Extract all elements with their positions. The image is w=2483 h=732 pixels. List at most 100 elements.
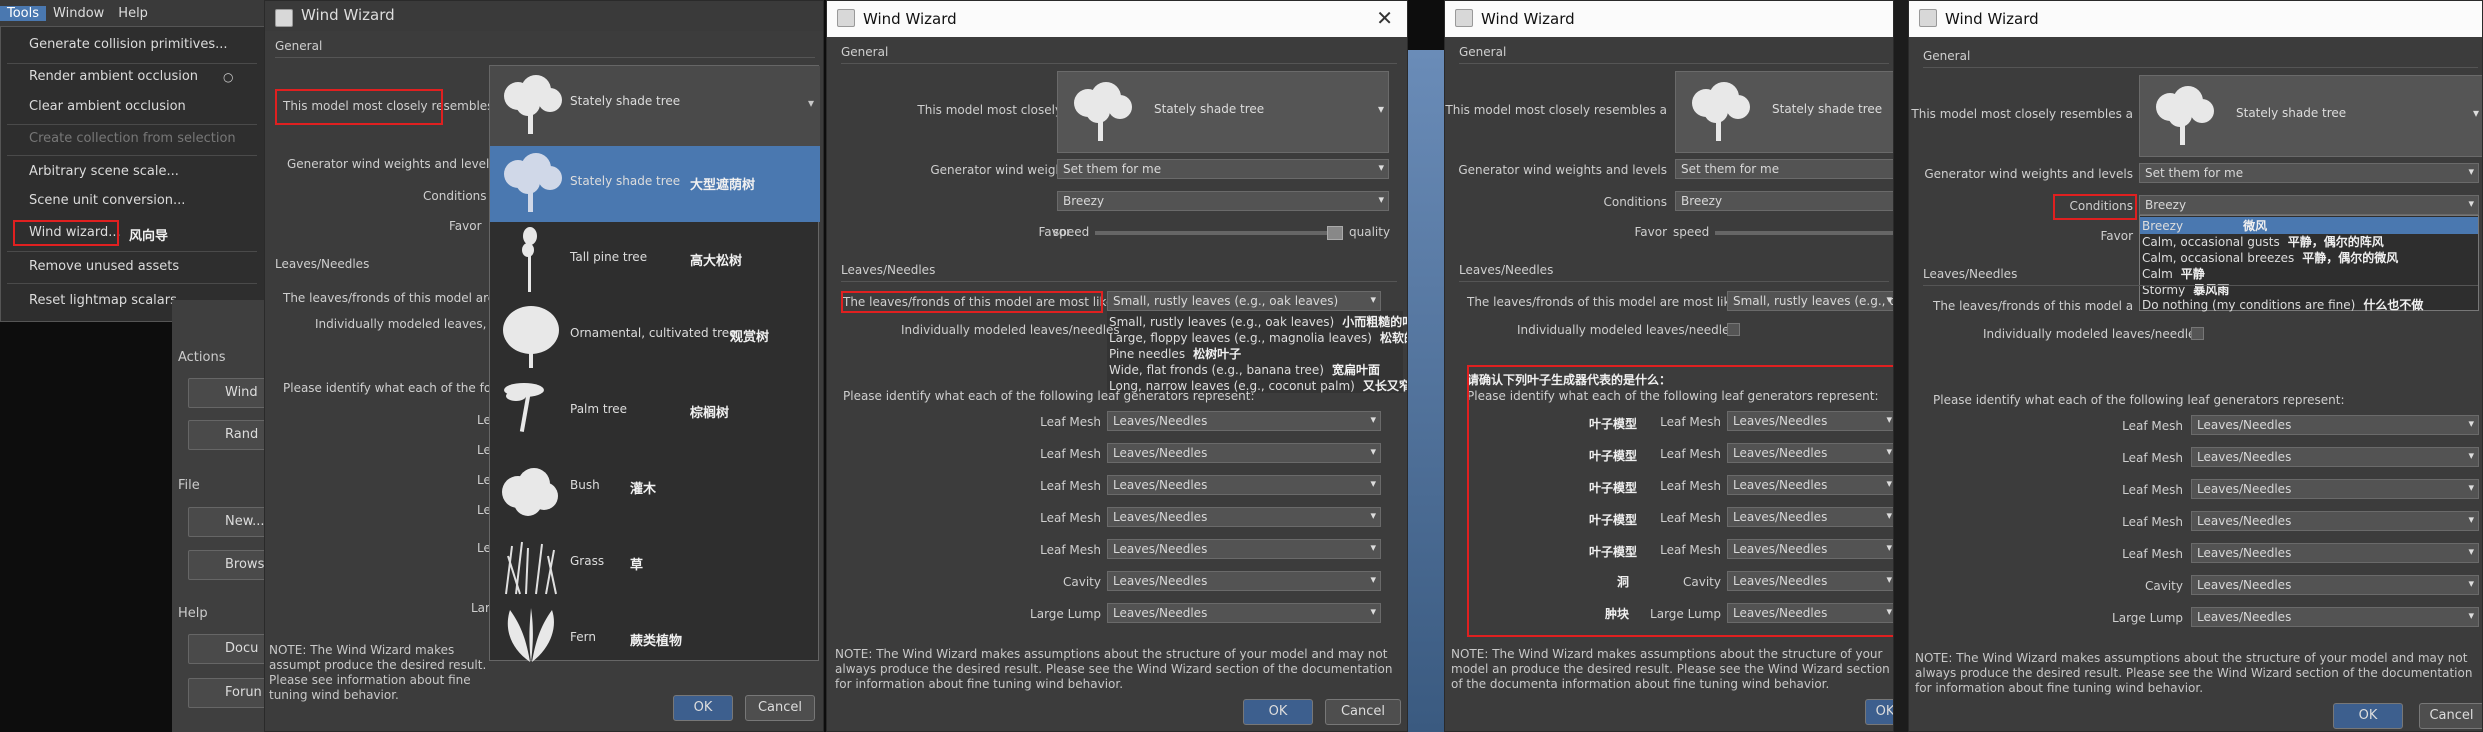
gen-row-dropdown[interactable]: Leaves/Needles [1727, 571, 1893, 591]
gen-row-dropdown[interactable]: Leaves/Needles [1107, 411, 1381, 431]
gen-row-dropdown[interactable]: Leaves/Needles [1107, 603, 1381, 623]
gen-row-label: Leaf Mesh [2122, 547, 2183, 561]
menu-item-render-ao[interactable]: Render ambient occlusion [29, 69, 198, 84]
individual-label: Individually modeled leaves/needles [1517, 323, 1736, 337]
gen-row-dropdown[interactable]: Leaves/Needles [1727, 411, 1893, 431]
menu-help[interactable]: Help [111, 6, 155, 21]
conditions-dropdown[interactable]: Breezy [2139, 195, 2479, 215]
menu-item-wind-wizard[interactable]: Wind wizard... [29, 225, 121, 240]
cancel-button[interactable]: Cancel [2419, 703, 2482, 729]
cancel-button[interactable]: Cancel [745, 695, 815, 721]
gen-row-dropdown[interactable]: Leaves/Needles [2191, 543, 2479, 563]
section-help: Help [178, 606, 208, 621]
tree-dropdown[interactable]: Stately shade tree [1675, 71, 1893, 153]
bush-icon [502, 468, 558, 516]
gen-row-dropdown[interactable]: Leaves/Needles [1727, 603, 1893, 623]
slider-handle[interactable] [1327, 226, 1343, 240]
resembles-label: This model most closely resembles a [283, 99, 505, 113]
gen-row-dropdown[interactable]: Leaves/Needles [1107, 571, 1381, 591]
ok-button[interactable]: OK [673, 695, 733, 721]
menu-tools[interactable]: Tools [0, 5, 47, 21]
gen-row-dropdown[interactable]: Leaves/Needles [1107, 475, 1381, 495]
condition-option[interactable]: Calm, occasional breezes 平静，偶尔的微风 [2142, 249, 2398, 266]
condition-option[interactable]: Calm 平静 [2142, 265, 2205, 282]
favor-slider[interactable] [1715, 231, 1893, 235]
conditions-label: Conditions [2069, 199, 2133, 213]
tree-option-label: Bush [570, 478, 600, 492]
favor-slider[interactable] [1095, 231, 1335, 235]
condition-option[interactable]: Breezy 微风 [2140, 217, 2478, 234]
generator-weights-dropdown[interactable]: Set them for me [1057, 159, 1389, 179]
wind-wizard-window-1: Wind Wizard General This model most clos… [264, 0, 824, 732]
condition-option[interactable]: Do nothing (my conditions are fine) 什么也不做 [2142, 296, 2423, 313]
wind-wizard-window-4: Wind Wizard General This model most clos… [1908, 0, 2483, 732]
note-text: NOTE: The Wind Wizard makes assumptions … [835, 647, 1393, 691]
menu-item-reset-lightmap[interactable]: Reset lightmap scalars [29, 293, 177, 308]
leaves-option[interactable]: Small, rustly leaves (e.g., oak leaves) 小… [1109, 313, 1407, 330]
tree-option-grass[interactable]: Grass 草 [490, 526, 820, 602]
dropdown-current[interactable]: Stately shade tree ▾ [490, 66, 820, 146]
leaves-dropdown[interactable]: Small, rustly leaves (e.g., oak leaves) [1107, 291, 1381, 311]
tree-label: Stately shade tree [2236, 106, 2347, 120]
ok-button[interactable]: OK [2333, 703, 2403, 729]
menu-divider [7, 283, 257, 284]
tree-option-label: Grass [570, 554, 605, 568]
tree-dropdown[interactable]: Stately shade tree [2139, 75, 2482, 157]
individual-checkbox[interactable] [1727, 323, 1740, 336]
gen-row-label: Cavity [2145, 579, 2183, 593]
gen-row-dropdown[interactable]: Leaves/Needles [1727, 507, 1893, 527]
leaves-option[interactable]: Large, floppy leaves (e.g., magnolia lea… [1109, 329, 1407, 346]
leaves-options-list: Small, rustly leaves (e.g., oak leaves) 小… [1107, 311, 1407, 393]
cancel-button[interactable]: Cancel [1325, 699, 1401, 725]
gen-row-dropdown[interactable]: Leaves/Needles [2191, 479, 2479, 499]
tree-option-fern[interactable]: Fern 蕨类植物 [490, 602, 820, 678]
gen-row-dropdown[interactable]: Leaves/Needles [1107, 443, 1381, 463]
gen-row-dropdown[interactable]: Leaves/Needles [1727, 475, 1893, 495]
generator-weights-dropdown[interactable]: Set them for me [2139, 163, 2479, 183]
leaves-option[interactable]: Pine needles 松树叶子 [1109, 345, 1241, 362]
conditions-dropdown[interactable]: Breezy [1057, 191, 1389, 211]
tree-option-ornamental[interactable]: Ornamental, cultivated tree 观赏树 [490, 298, 820, 374]
tree-option-bush[interactable]: Bush 灌木 [490, 450, 820, 526]
tools-menu: Generate collision primitives... Render … [0, 26, 265, 322]
tree-option-pine[interactable]: Tall pine tree 高大松树 [490, 222, 820, 298]
gen-row-dropdown[interactable]: Leaves/Needles [2191, 447, 2479, 467]
gen-row-dropdown[interactable]: Leaves/Needles [1107, 539, 1381, 559]
gen-row-dropdown[interactable]: Leaves/Needles [1727, 443, 1893, 463]
menu-window[interactable]: Window [46, 6, 111, 21]
close-icon[interactable]: ✕ [1376, 6, 1393, 30]
leaves-like-label: The leaves/fronds of this model are most… [1467, 295, 1738, 309]
gen-row-dropdown[interactable]: Leaves/Needles [2191, 575, 2479, 595]
generator-weights-label: Generator wind weights and levels [1458, 163, 1667, 177]
gen-row-dropdown[interactable]: Leaves/Needles [1727, 539, 1893, 559]
individual-checkbox[interactable] [2191, 327, 2204, 340]
title-bar: Wind Wizard ✕ [827, 1, 1407, 37]
generator-weights-dropdown[interactable]: Set them for me [1675, 159, 1893, 179]
menu-item-generate-collision[interactable]: Generate collision primitives... [29, 37, 228, 52]
app-icon [1919, 9, 1937, 27]
leaves-dropdown[interactable]: Small, rustly leaves (e.g., oak leaves) [1727, 291, 1893, 311]
menu-item-remove-assets[interactable]: Remove unused assets [29, 259, 179, 274]
menu-item-unit-conversion[interactable]: Scene unit conversion... [29, 193, 185, 208]
gen-row-dropdown[interactable]: Leaves/Needles [2191, 511, 2479, 531]
gen-row-dropdown[interactable]: Leaves/Needles [2191, 415, 2479, 435]
tree-dropdown[interactable]: Stately shade tree [1057, 71, 1389, 153]
gen-row-dropdown[interactable]: Leaves/Needles [2191, 607, 2479, 627]
menu-item-clear-ao[interactable]: Clear ambient occlusion [29, 99, 186, 114]
note-text: NOTE: The Wind Wizard makes assumpt prod… [269, 643, 487, 702]
identify-label: Please identify what each of the followi… [1467, 389, 1879, 403]
gen-row-dropdown[interactable]: Leaves/Needles [1107, 507, 1381, 527]
tree-dropdown-list: Stately shade tree ▾ Stately shade tree … [489, 65, 820, 662]
conditions-dropdown[interactable]: Breezy [1675, 191, 1893, 211]
leaves-like-label: The leaves/fronds of this model are [283, 291, 496, 305]
tree-option-shade[interactable]: Stately shade tree 大型遮荫树 [490, 146, 820, 222]
ok-button[interactable]: OK [1865, 699, 1893, 725]
shade-tree-icon [1074, 82, 1132, 141]
condition-option[interactable]: Calm, occasional gusts 平静，偶尔的阵风 [2142, 233, 2384, 250]
leaves-option[interactable]: Wide, flat fronds (e.g., banana tree) 宽扁叶… [1109, 361, 1380, 378]
shade-tree-icon [504, 153, 562, 212]
gen-row-label: Leaf Mesh [1040, 479, 1101, 493]
ok-button[interactable]: OK [1243, 699, 1313, 725]
menu-item-scene-scale[interactable]: Arbitrary scene scale... [29, 164, 179, 179]
tree-option-palm[interactable]: Palm tree 棕榈树 [490, 374, 820, 450]
